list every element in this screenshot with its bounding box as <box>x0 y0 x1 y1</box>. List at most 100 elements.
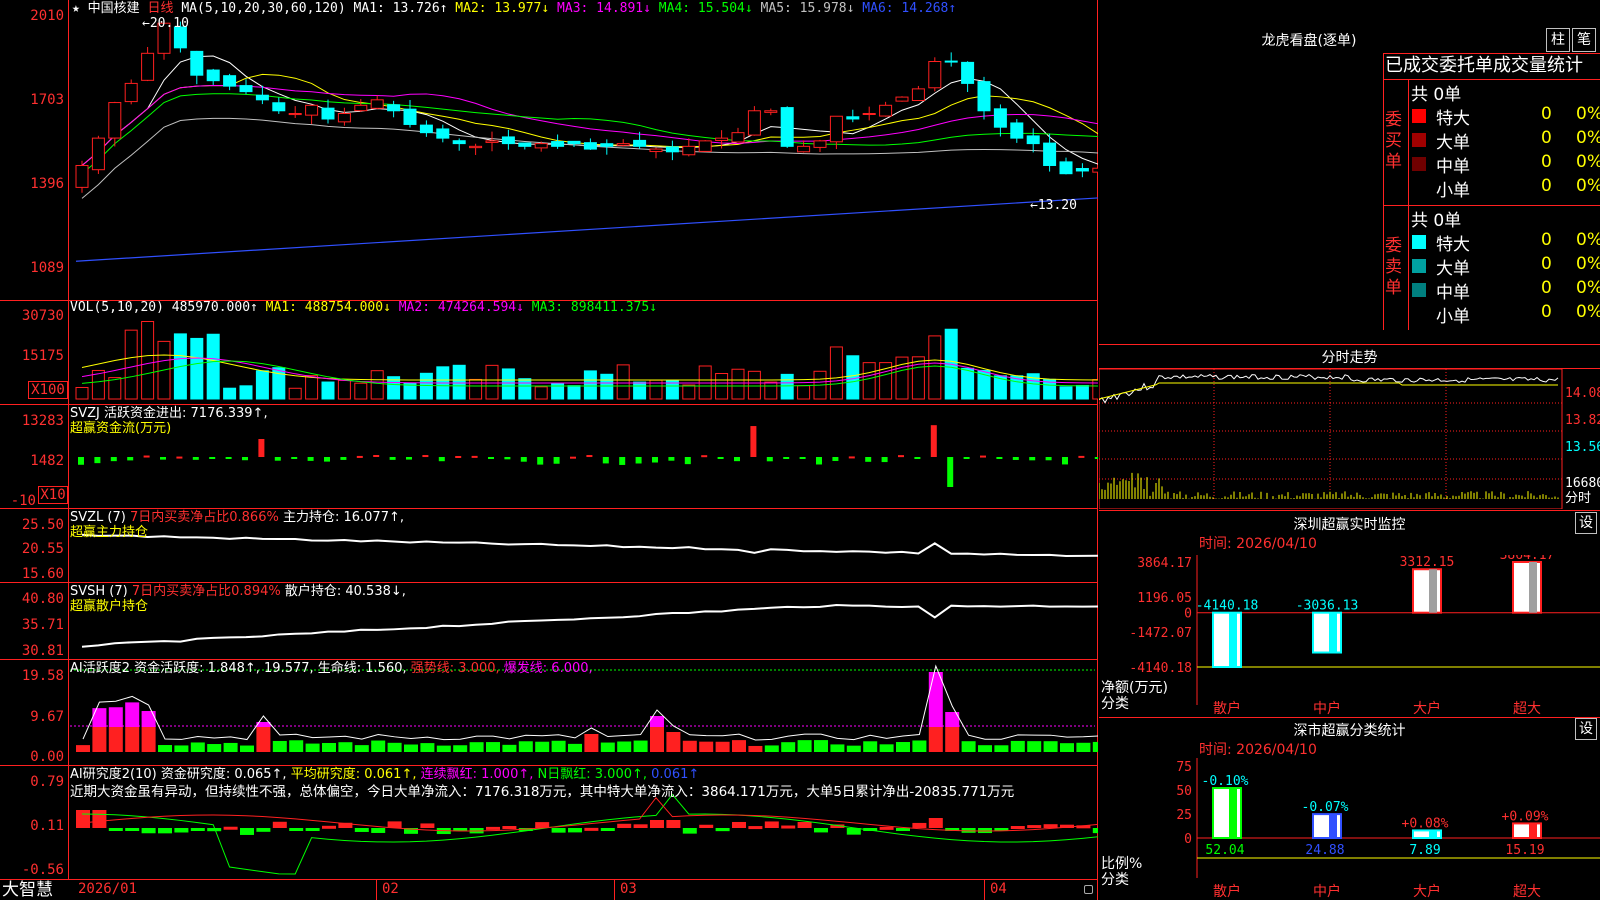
svzl-header: SVZL (7) 7日内买卖净占比0.866% 主力持仓: 16.077↑, <box>70 510 404 525</box>
legend-swatch <box>1412 157 1426 171</box>
activity-burst-bar <box>928 672 943 727</box>
fund-flow-bar <box>94 457 101 464</box>
right-panel: 龙虎看盘(逐单) 柱 笔 已成交委托单成交量统计 委买单 委卖单 共 0单 共 … <box>1099 0 1600 900</box>
sell-name: 中单 <box>1436 283 1470 303</box>
volume-bar <box>879 362 893 400</box>
research-bar <box>617 823 632 828</box>
ai-active-title: AI活跃度2 资金活跃度: 1.848↑, 19.577, 生命线: 1.560… <box>70 661 407 676</box>
candle <box>223 75 237 87</box>
intraday-chart[interactable] <box>1099 369 1600 509</box>
fund-flow-bar <box>209 457 216 459</box>
fund-flow-bar <box>996 457 1003 459</box>
intraday-price-line <box>1099 374 1559 404</box>
volume-bar <box>419 372 433 400</box>
research-bar <box>551 828 566 833</box>
monitor-category-label: 超大 <box>1513 701 1541 717</box>
candle <box>141 52 155 81</box>
buy-value: 0 <box>1541 128 1552 148</box>
stat-axis-label: 75 <box>1176 760 1192 775</box>
activity-bar <box>158 745 172 752</box>
sell-value: 0 <box>1541 230 1552 250</box>
main-position-line <box>81 533 1098 558</box>
sell-pct: 0% <box>1576 278 1600 298</box>
research-bar <box>781 825 796 829</box>
stat-category-label: 散户 <box>1213 883 1241 900</box>
date-axis-label: 02 <box>382 881 399 897</box>
volume-bar <box>1059 386 1073 400</box>
monitor-bar <box>1412 568 1442 614</box>
brand-logo[interactable]: 大智慧 <box>2 881 53 900</box>
activity-bar <box>584 734 599 752</box>
fund-flow-bar <box>766 457 773 462</box>
research-bar <box>125 828 140 831</box>
activity-bar <box>108 727 123 752</box>
activity-bar <box>994 745 1009 752</box>
fund-flow-bar <box>1094 457 1098 459</box>
activity-bar <box>650 727 664 752</box>
activity-bar <box>912 740 927 752</box>
legend-swatch <box>1412 283 1426 297</box>
activity-bar <box>256 727 271 752</box>
volume-bar <box>124 329 138 400</box>
fund-flow-bar <box>783 457 790 459</box>
fund-flow-bar <box>848 456 855 459</box>
volume-bar <box>731 368 745 400</box>
activity-bar <box>682 740 697 752</box>
candle <box>944 60 958 63</box>
activity-bar <box>1010 740 1025 752</box>
star-icon[interactable]: ★ <box>72 1 80 16</box>
research-bar <box>502 826 517 830</box>
fund-flow-bar <box>717 457 724 459</box>
candle <box>993 108 1007 128</box>
volume-bar <box>255 370 269 400</box>
candle <box>452 140 466 145</box>
svsh-title: SVSH (7) <box>70 584 128 599</box>
research-bar <box>322 825 336 829</box>
research-bar <box>108 828 123 831</box>
candle <box>911 88 925 102</box>
ai-research-avg: 平均研究度: 0.061↑, <box>290 767 417 782</box>
fund-flow-bar <box>471 455 478 458</box>
main-chart-svg[interactable] <box>0 0 1098 900</box>
buy-row: 大单 0 0% <box>1099 128 1600 153</box>
monitor-settings-button[interactable]: 设 <box>1575 512 1597 534</box>
intraday-axis-label: 14.08 <box>1565 386 1600 401</box>
research-bar <box>584 827 599 831</box>
left-chart-area[interactable]: 2010 1703 1396 1089 30730 15175 X100 132… <box>0 0 1098 900</box>
activity-bar <box>633 740 648 752</box>
candle <box>239 85 253 93</box>
volume-bar <box>764 381 778 400</box>
column-mode-button[interactable]: 柱 <box>1546 28 1570 52</box>
sell-row: 中单 0 0% <box>1099 278 1600 303</box>
stat-bar <box>1512 822 1542 840</box>
activity-bar <box>141 727 156 752</box>
fund-flow-bar <box>652 457 658 463</box>
period-label[interactable]: 日线 <box>148 1 174 16</box>
date-tick <box>614 880 615 900</box>
activity-bar <box>699 741 714 752</box>
svsh-ratio: 7日内买卖净占比0.894% <box>131 584 281 599</box>
monitor-bar-value: 3864.17 <box>1500 555 1555 563</box>
activity-bar <box>961 741 976 752</box>
research-bar <box>748 826 763 830</box>
stat-settings-button[interactable]: 设 <box>1575 718 1597 740</box>
activity-bar <box>666 732 681 752</box>
buy-name: 特大 <box>1436 109 1470 129</box>
candle <box>633 139 647 147</box>
research-bar <box>289 828 304 831</box>
tick-mode-button[interactable]: 笔 <box>1572 28 1596 52</box>
activity-bar <box>223 742 238 752</box>
candle <box>288 113 302 116</box>
vol-value: 485970.000↑ <box>171 300 258 315</box>
candle <box>272 102 286 112</box>
lock-icon[interactable] <box>1084 885 1093 894</box>
research-bar <box>240 828 254 835</box>
activity-bar <box>518 741 533 752</box>
ma20-line <box>81 85 1098 166</box>
fund-flow-bar <box>1012 457 1019 460</box>
intraday-axis-label: 分时 <box>1565 491 1592 506</box>
activity-bar <box>387 742 402 752</box>
activity-bar <box>945 727 960 752</box>
stat-category-label: 大户 <box>1413 883 1441 900</box>
monitor-bar-value: 3312.15 <box>1400 555 1455 570</box>
